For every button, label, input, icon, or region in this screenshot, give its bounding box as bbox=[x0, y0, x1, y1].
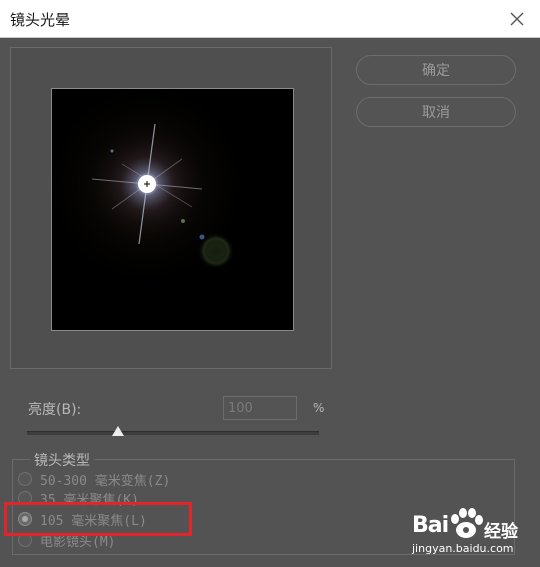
close-icon bbox=[510, 12, 524, 26]
cancel-button[interactable]: 取消 bbox=[356, 97, 516, 127]
lens-flare-image bbox=[52, 89, 293, 330]
brightness-slider-thumb[interactable] bbox=[111, 426, 124, 436]
lens-option-105mm-prime[interactable]: 105 毫米聚焦(L) bbox=[18, 509, 147, 529]
preview-panel bbox=[10, 47, 332, 369]
watermark-logo-text: Bai bbox=[412, 513, 449, 538]
dialog-title: 镜头光晕 bbox=[10, 11, 71, 29]
radio-label: 35 毫米聚焦(K) bbox=[40, 492, 139, 508]
paw-icon bbox=[451, 508, 483, 538]
radio-label: 电影镜头(M) bbox=[40, 534, 116, 550]
radio-button[interactable] bbox=[18, 512, 32, 526]
watermark-url: jingyan.baidu.com bbox=[412, 542, 514, 555]
radio-label: 105 毫米聚焦(L) bbox=[40, 513, 147, 529]
close-button[interactable] bbox=[502, 4, 532, 34]
watermark-cn-text: 经验 bbox=[484, 522, 518, 542]
ok-button[interactable]: 确定 bbox=[356, 55, 516, 85]
radio-button[interactable] bbox=[18, 472, 32, 486]
brightness-unit: % bbox=[313, 401, 325, 415]
title-bar: 镜头光晕 bbox=[0, 0, 540, 38]
radio-button[interactable] bbox=[18, 491, 32, 505]
radio-label: 50-300 毫米变焦(Z) bbox=[40, 473, 171, 489]
lens-option-50-300mm-zoom[interactable]: 50-300 毫米变焦(Z) bbox=[18, 469, 170, 489]
brightness-slider-track[interactable] bbox=[27, 431, 319, 435]
brightness-input[interactable] bbox=[223, 396, 297, 420]
radio-button[interactable] bbox=[18, 533, 32, 547]
lens-option-movie-prime[interactable]: 电影镜头(M) bbox=[18, 530, 115, 550]
flare-preview-canvas[interactable] bbox=[51, 88, 294, 331]
lens-type-legend: 镜头类型 bbox=[30, 450, 94, 470]
brightness-label: 亮度(B): bbox=[28, 402, 82, 418]
baidu-jingyan-watermark: Bai du 经验 jingyan.baidu.com bbox=[410, 505, 530, 561]
lens-option-35mm-prime[interactable]: 35 毫米聚焦(K) bbox=[18, 488, 139, 508]
